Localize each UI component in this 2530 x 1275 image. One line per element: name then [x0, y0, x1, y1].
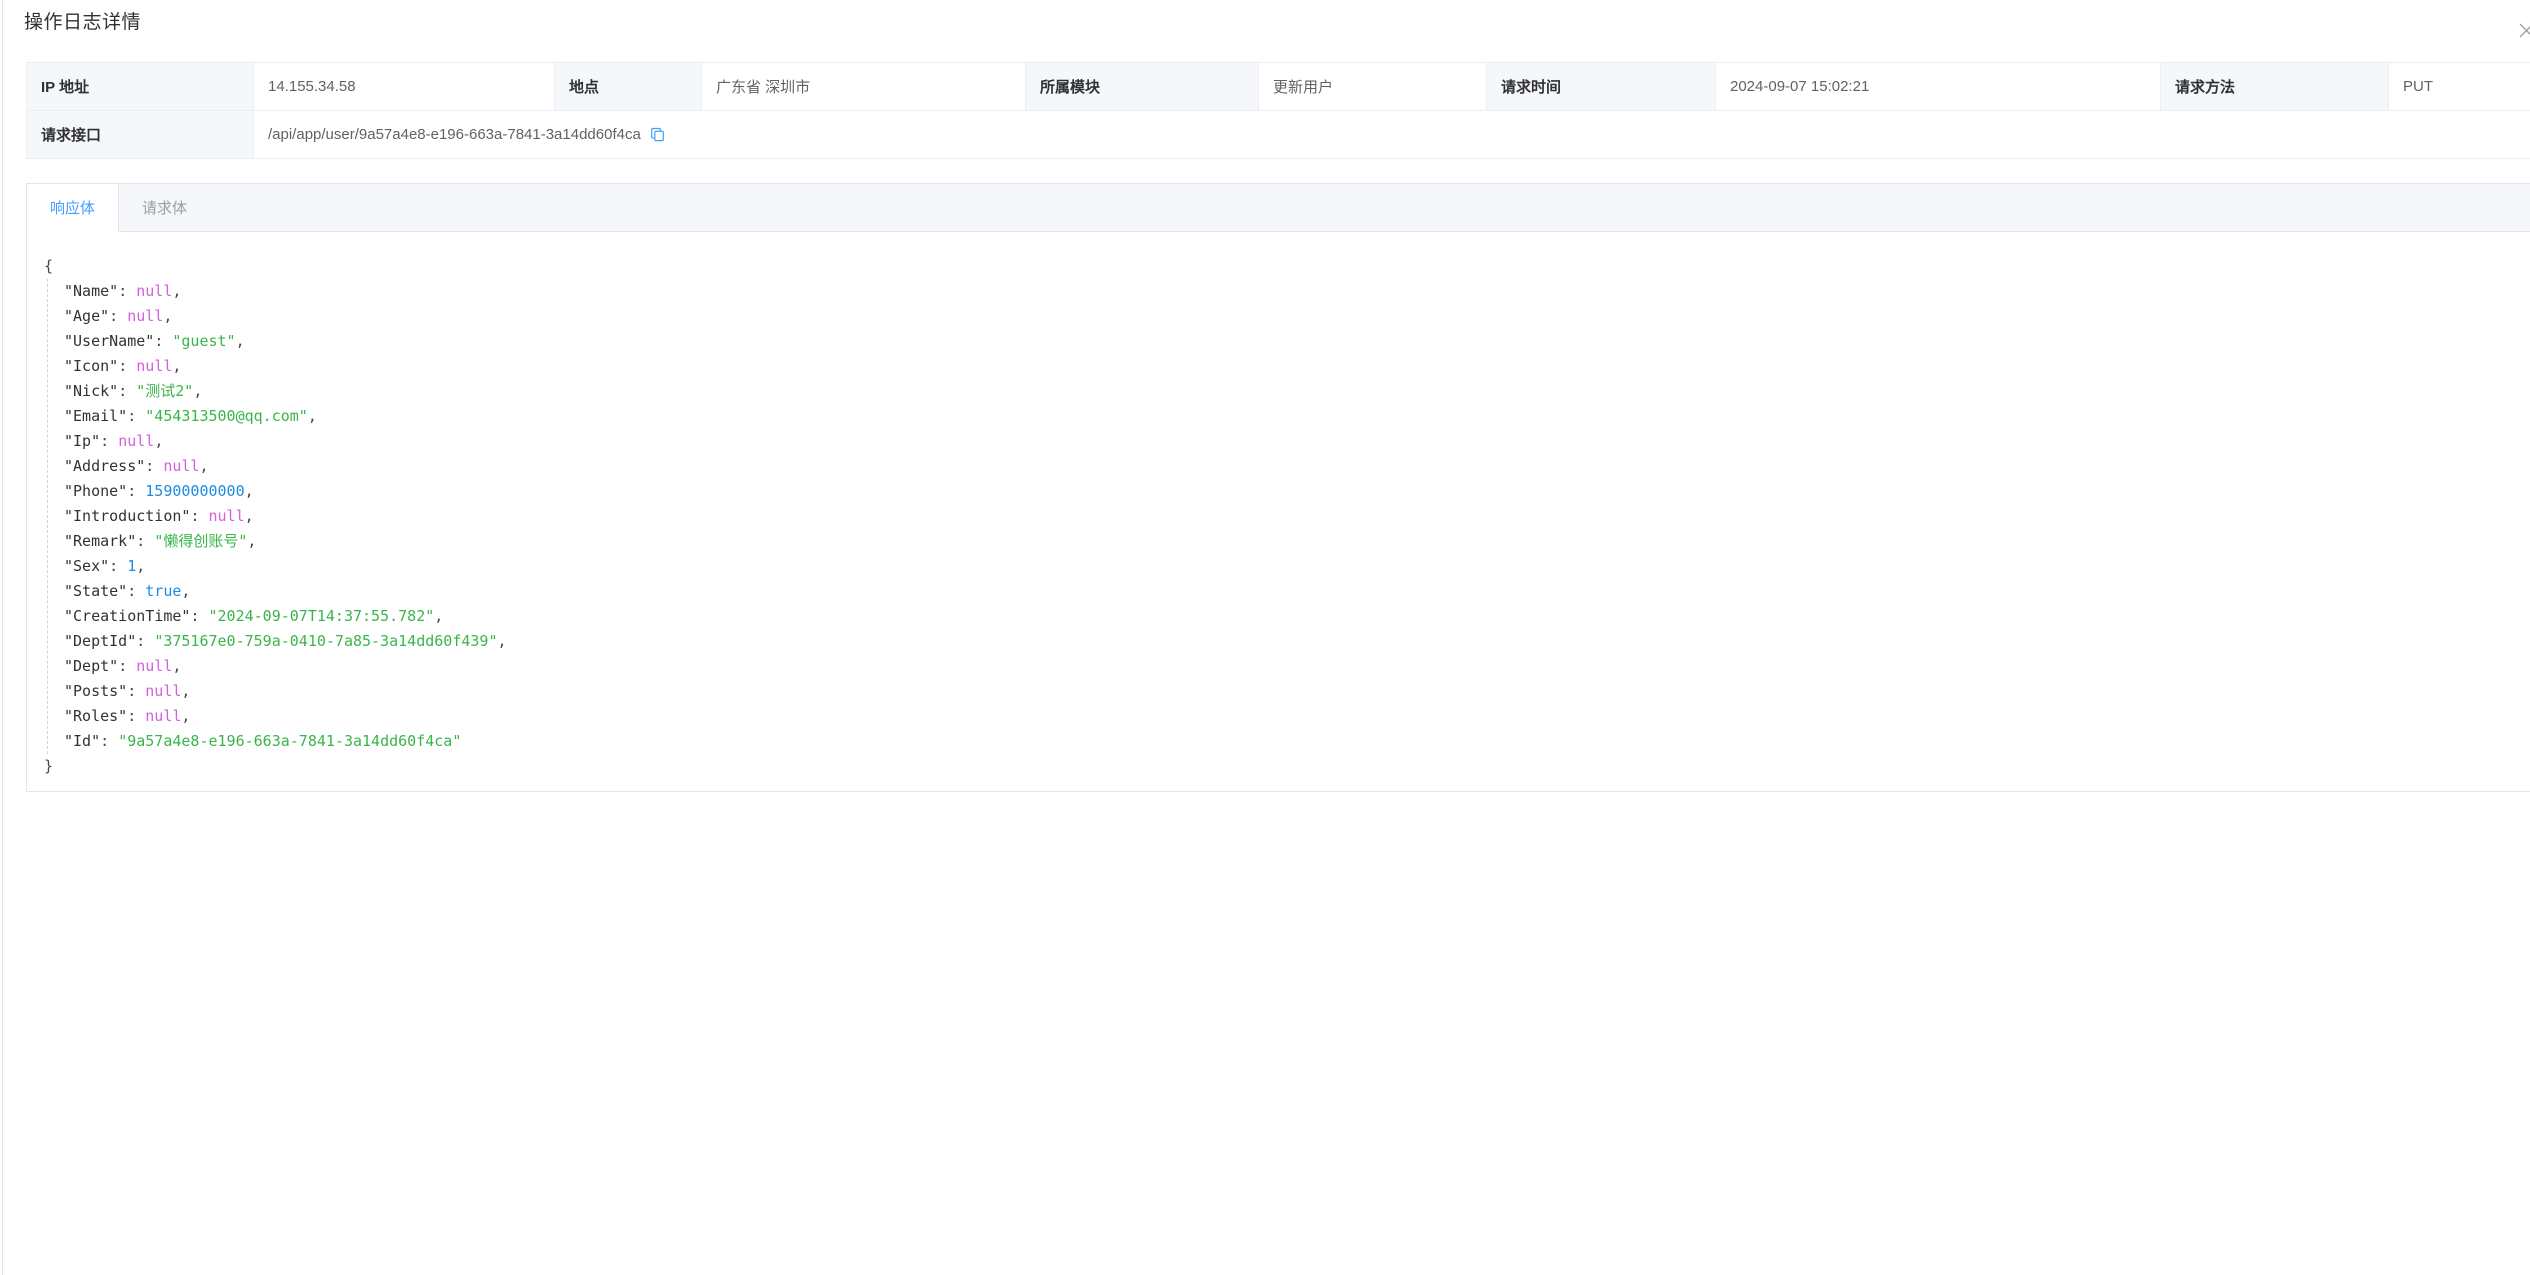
- body-tabs-card: 响应体请求体 {"Name": null,"Age": null,"UserNa…: [26, 183, 2530, 792]
- detail-label: 请求方法: [2161, 63, 2389, 111]
- log-details-table: IP 地址14.155.34.58地点广东省 深圳市所属模块更新用户请求时间20…: [26, 62, 2530, 159]
- detail-value-api: /api/app/user/9a57a4e8-e196-663a-7841-3a…: [254, 111, 2530, 159]
- json-line: "Dept": null,: [44, 654, 2519, 679]
- json-line: "Introduction": null,: [44, 504, 2519, 529]
- json-lines: {"Name": null,"Age": null,"UserName": "g…: [44, 254, 2519, 779]
- json-line: "Nick": "测试2",: [44, 379, 2519, 404]
- json-line: "UserName": "guest",: [44, 329, 2519, 354]
- tab-request-body[interactable]: 请求体: [119, 184, 210, 232]
- copy-document-icon[interactable]: [649, 126, 666, 143]
- json-line: "Ip": null,: [44, 429, 2519, 454]
- tabs-header: 响应体请求体: [27, 184, 2530, 232]
- detail-label: 地点: [555, 63, 702, 111]
- json-line: "Posts": null,: [44, 679, 2519, 704]
- json-line: "Remark": "懒得创账号",: [44, 529, 2519, 554]
- json-line: "State": true,: [44, 579, 2519, 604]
- json-viewer: {"Name": null,"Age": null,"UserName": "g…: [27, 232, 2530, 793]
- detail-label-api: 请求接口: [27, 111, 254, 159]
- detail-label: IP 地址: [27, 63, 254, 111]
- json-line: "Icon": null,: [44, 354, 2519, 379]
- tabs-header-filler: [210, 184, 2530, 232]
- close-button[interactable]: [2516, 20, 2530, 40]
- drawer-left-edge: [2, 0, 3, 1275]
- json-line: "Phone": 15900000000,: [44, 479, 2519, 504]
- json-line: "Roles": null,: [44, 704, 2519, 729]
- detail-value: PUT: [2389, 63, 2530, 111]
- page-title: 操作日志详情: [24, 13, 141, 33]
- detail-value: 广东省 深圳市: [702, 63, 1026, 111]
- detail-label: 请求时间: [1487, 63, 1716, 111]
- operation-log-detail-drawer: 操作日志详情 IP 地址14.155.34.58地点广东省 深圳市所属模块更新用…: [0, 0, 2530, 1275]
- detail-label: 所属模块: [1026, 63, 1259, 111]
- detail-value: 更新用户: [1259, 63, 1487, 111]
- json-indent-guide: [47, 279, 48, 754]
- detail-value: 2024-09-07 15:02:21: [1716, 63, 2161, 111]
- json-line: "Name": null,: [44, 279, 2519, 304]
- json-line: "Age": null,: [44, 304, 2519, 329]
- json-line: {: [44, 254, 2519, 279]
- close-icon: [2518, 22, 2530, 39]
- api-path-text: /api/app/user/9a57a4e8-e196-663a-7841-3a…: [268, 126, 641, 143]
- detail-value: 14.155.34.58: [254, 63, 555, 111]
- json-line: "Sex": 1,: [44, 554, 2519, 579]
- json-line: "DeptId": "375167e0-759a-0410-7a85-3a14d…: [44, 629, 2519, 654]
- details-row-2: 请求接口 /api/app/user/9a57a4e8-e196-663a-78…: [27, 111, 2530, 159]
- json-line: "CreationTime": "2024-09-07T14:37:55.782…: [44, 604, 2519, 629]
- tab-response-body[interactable]: 响应体: [27, 184, 119, 232]
- json-line: "Email": "454313500@qq.com",: [44, 404, 2519, 429]
- json-line: "Address": null,: [44, 454, 2519, 479]
- json-line: }: [44, 754, 2519, 779]
- json-line: "Id": "9a57a4e8-e196-663a-7841-3a14dd60f…: [44, 729, 2519, 754]
- details-row-1: IP 地址14.155.34.58地点广东省 深圳市所属模块更新用户请求时间20…: [27, 63, 2530, 111]
